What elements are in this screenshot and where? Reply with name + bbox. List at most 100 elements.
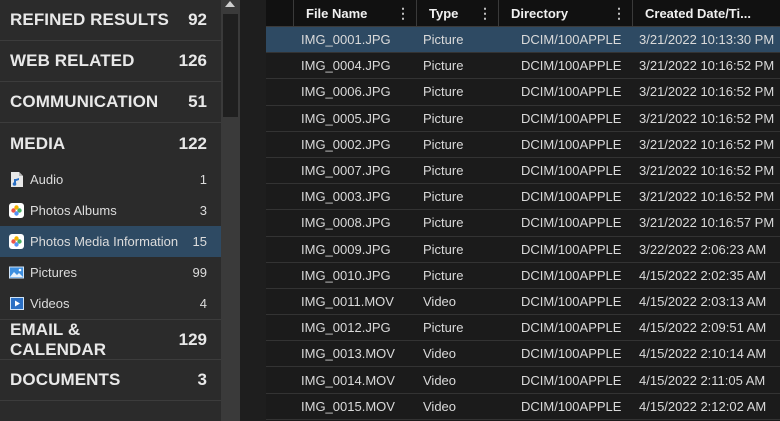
category-label: WEB RELATED: [10, 51, 135, 70]
cell-directory: DCIM/100APPLE: [521, 110, 622, 126]
cell-type: Picture: [423, 136, 464, 152]
cell-directory: DCIM/100APPLE: [521, 320, 622, 336]
cell-type: Picture: [423, 215, 464, 231]
cell-created-date: 4/15/2022 2:12:02 AM: [639, 398, 767, 414]
header-select-column[interactable]: [266, 0, 294, 26]
panel-divider: [240, 0, 266, 421]
cell-created-date: 3/21/2022 10:13:30 PM: [639, 32, 775, 48]
cell-type: Picture: [423, 110, 464, 126]
column-header-label: Directory: [511, 5, 569, 21]
cell-created-date: 4/15/2022 2:11:05 AM: [639, 372, 766, 388]
table-row[interactable]: IMG_0011.MOV Video DCIM/100APPLE 4/15/2022 …: [266, 289, 780, 316]
scrollbar-thumb[interactable]: [223, 14, 238, 117]
sidebar-scrollbar[interactable]: [221, 0, 240, 421]
cell-type: Video: [423, 398, 457, 414]
sidebar-item-photos-media-information[interactable]: Photos Media Information 15: [0, 226, 221, 257]
cell-created-date: 4/15/2022 2:10:14 AM: [639, 346, 767, 362]
cell-file-name: IMG_0012.JPG: [301, 320, 391, 336]
category-count: 122: [178, 133, 207, 153]
cell-file-name: IMG_0013.MOV: [301, 346, 395, 362]
audio-file-icon: [9, 172, 24, 187]
cell-type: Picture: [423, 267, 464, 283]
category-documents[interactable]: DOCUMENTS 3: [0, 360, 221, 401]
table-row[interactable]: IMG_0003.JPG Picture DCIM/100APPLE 3/21/202…: [266, 184, 780, 211]
video-play-icon: [9, 296, 24, 311]
sidebar-item-label: Photos Albums: [30, 203, 117, 218]
cell-type: Video: [423, 346, 457, 362]
column-header-file-name[interactable]: File Name ⋮: [294, 0, 417, 26]
table-row[interactable]: IMG_0009.JPG Picture DCIM/100APPLE 3/22/202…: [266, 237, 780, 263]
cell-directory: DCIM/100APPLE: [521, 84, 622, 100]
cell-file-name: IMG_0003.JPG: [301, 189, 391, 205]
table-row[interactable]: IMG_0006.JPG Picture DCIM/100APPLE 3/21/202…: [266, 79, 780, 106]
sidebar-item-photos-albums[interactable]: Photos Albums 3: [0, 195, 221, 226]
column-header-label: File Name: [306, 5, 368, 21]
category-refined-results[interactable]: REFINED RESULTS 92: [0, 0, 221, 41]
cell-file-name: IMG_0007.JPG: [301, 163, 391, 179]
category-email-calendar[interactable]: EMAIL & CALENDAR 129: [0, 320, 221, 360]
table-row[interactable]: IMG_0007.JPG Picture DCIM/100APPLE 3/21/202…: [266, 158, 780, 185]
column-header-label: Type: [429, 5, 459, 21]
cell-file-name: IMG_0002.JPG: [301, 136, 391, 152]
category-count: 3: [197, 370, 207, 389]
cell-directory: DCIM/100APPLE: [521, 189, 622, 205]
cell-directory: DCIM/100APPLE: [521, 32, 622, 48]
cell-created-date: 4/15/2022 2:09:51 AM: [639, 320, 767, 336]
table-row[interactable]: IMG_0004.JPG Picture DCIM/100APPLE 3/21/202…: [266, 53, 780, 80]
cell-type: Picture: [423, 189, 464, 205]
column-menu-icon[interactable]: ⋮: [478, 5, 492, 22]
cell-created-date: 3/21/2022 10:16:52 PM: [639, 163, 775, 179]
cell-created-date: 3/22/2022 2:06:23 AM: [639, 241, 767, 257]
cell-directory: DCIM/100APPLE: [521, 267, 622, 283]
table-row[interactable]: IMG_0002.JPG Picture DCIM/100APPLE 3/21/202…: [266, 132, 780, 158]
cell-file-name: IMG_0005.JPG: [301, 110, 391, 126]
cell-created-date: 4/15/2022 2:03:13 AM: [639, 293, 767, 309]
sidebar-item-pictures[interactable]: Pictures 99: [0, 257, 221, 288]
column-header-directory[interactable]: Directory ⋮: [499, 0, 633, 26]
table-row[interactable]: IMG_0012.JPG Picture DCIM/100APPLE 4/15/202…: [266, 315, 780, 342]
photos-app-icon: [9, 203, 24, 218]
cell-type: Video: [423, 372, 457, 388]
table-row[interactable]: IMG_0005.JPG Picture DCIM/100APPLE 3/21/202…: [266, 106, 780, 132]
column-header-created-date[interactable]: Created Date/Ti...: [633, 0, 780, 26]
table-row[interactable]: IMG_0010.JPG Picture DCIM/100APPLE 4/15/202…: [266, 263, 780, 289]
cell-file-name: IMG_0010.JPG: [301, 267, 391, 283]
scroll-up-arrow-icon[interactable]: [225, 1, 235, 7]
cell-file-name: IMG_0014.MOV: [301, 372, 395, 388]
cell-directory: DCIM/100APPLE: [521, 372, 622, 388]
column-menu-icon[interactable]: ⋮: [612, 5, 626, 22]
category-count: 126: [178, 51, 207, 70]
category-web-related[interactable]: WEB RELATED 126: [0, 41, 221, 82]
sidebar-item-count: 1: [199, 172, 207, 187]
sidebar-item-label: Videos: [30, 296, 70, 311]
category-label: REFINED RESULTS: [10, 10, 169, 29]
sidebar-item-audio[interactable]: Audio 1: [0, 164, 221, 195]
sidebar-item-count: 3: [199, 203, 207, 218]
table-row[interactable]: IMG_0008.JPG Picture DCIM/100APPLE 3/21/202…: [266, 210, 780, 237]
sidebar: REFINED RESULTS 92 WEB RELATED 126 COMMU…: [0, 0, 221, 421]
table-row[interactable]: IMG_0001.JPG Picture DCIM/100APPLE 3/21/202…: [266, 27, 780, 54]
sidebar-item-videos[interactable]: Videos 4: [0, 288, 221, 319]
column-header-label: Created Date/Ti...: [645, 5, 751, 21]
cell-created-date: 3/21/2022 10:16:52 PM: [639, 110, 775, 126]
column-header-type[interactable]: Type ⋮: [417, 0, 499, 26]
cell-created-date: 4/15/2022 2:02:35 AM: [639, 267, 767, 283]
column-menu-icon[interactable]: ⋮: [396, 5, 410, 22]
category-communication[interactable]: COMMUNICATION 51: [0, 82, 221, 123]
cell-directory: DCIM/100APPLE: [521, 346, 622, 362]
table-row[interactable]: IMG_0015.MOV Video DCIM/100APPLE 4/15/2022 …: [266, 394, 780, 420]
cell-file-name: IMG_0001.JPG: [301, 32, 391, 48]
cell-file-name: IMG_0004.JPG: [301, 58, 391, 74]
sidebar-item-count: 4: [199, 296, 207, 311]
category-count: 129: [178, 329, 207, 349]
cell-file-name: IMG_0009.JPG: [301, 241, 391, 257]
table-row[interactable]: IMG_0013.MOV Video DCIM/100APPLE 4/15/2022 …: [266, 341, 780, 368]
cell-type: Picture: [423, 84, 464, 100]
sidebar-item-count: 99: [192, 265, 207, 280]
cell-created-date: 3/21/2022 10:16:57 PM: [639, 215, 775, 231]
photos-app-icon: [9, 234, 24, 249]
cell-directory: DCIM/100APPLE: [521, 163, 622, 179]
table-row[interactable]: IMG_0014.MOV Video DCIM/100APPLE 4/15/2022 …: [266, 367, 780, 394]
sidebar-item-label: Photos Media Information: [30, 234, 179, 249]
category-media[interactable]: MEDIA 122: [0, 123, 221, 164]
